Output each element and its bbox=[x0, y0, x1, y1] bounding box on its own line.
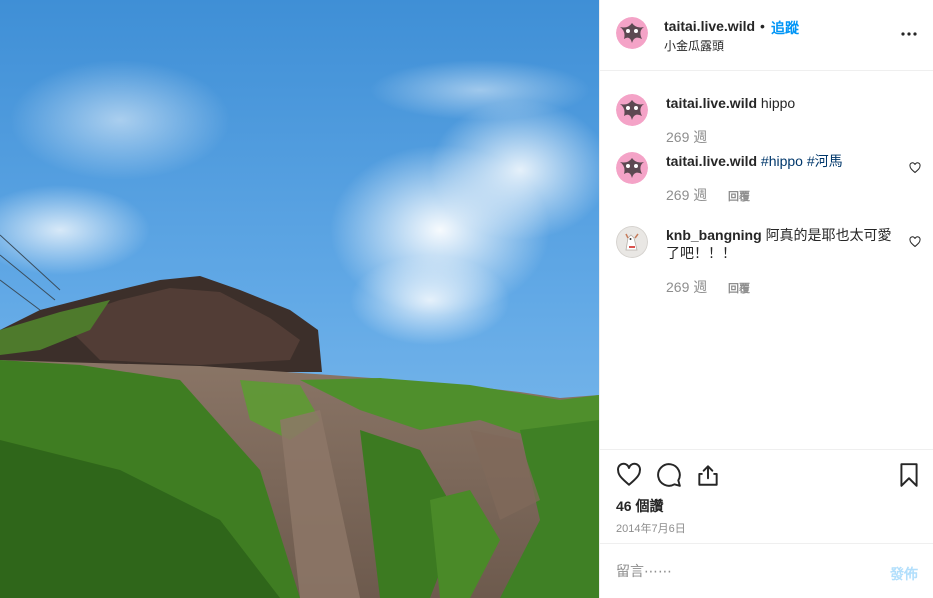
follow-button[interactable]: 追蹤 bbox=[771, 18, 799, 38]
likes-count[interactable]: 46 個讚 bbox=[616, 496, 663, 516]
comment-item: taitai.live.wild #hippo #河馬 269 週 回覆 bbox=[600, 152, 933, 212]
commenter-avatar[interactable] bbox=[616, 152, 648, 184]
comment-body: hippo bbox=[760, 95, 796, 111]
hashtag-link[interactable]: #hippo bbox=[761, 153, 803, 169]
like-button[interactable] bbox=[616, 462, 642, 488]
more-options-button[interactable] bbox=[898, 24, 922, 44]
comment-author[interactable]: knb_bangning bbox=[666, 227, 762, 243]
comment-text: taitai.live.wild hippo bbox=[666, 94, 900, 112]
header-separator: • bbox=[760, 18, 765, 34]
post-location[interactable]: 小金瓜露頭 bbox=[664, 37, 724, 54]
comment-age[interactable]: 269 週 bbox=[666, 127, 707, 147]
comment-author[interactable]: taitai.live.wild bbox=[666, 153, 757, 169]
add-comment-input[interactable] bbox=[616, 558, 866, 584]
heart-icon bbox=[617, 462, 641, 486]
caption-item: taitai.live.wild hippo 269 週 bbox=[600, 94, 933, 154]
post-date[interactable]: 2014年7月6日 bbox=[616, 520, 686, 536]
hashtag-link[interactable]: #河馬 bbox=[807, 153, 843, 169]
comment-text: knb_bangning 阿真的是耶也太可愛了吧！！！ bbox=[666, 226, 900, 262]
reply-button[interactable]: 回覆 bbox=[728, 188, 750, 204]
share-button[interactable] bbox=[695, 462, 721, 488]
post-header: taitai.live.wild • 追蹤 小金瓜露頭 bbox=[600, 0, 933, 71]
comment-bubble-icon bbox=[657, 463, 681, 487]
post-actions: 46 個讚 2014年7月6日 bbox=[600, 449, 933, 544]
comment-age[interactable]: 269 週 bbox=[666, 277, 707, 297]
save-button[interactable] bbox=[896, 462, 922, 488]
add-comment-bar: 發佈 bbox=[600, 543, 933, 598]
comment-author[interactable]: taitai.live.wild bbox=[666, 95, 757, 111]
post-side-panel: taitai.live.wild • 追蹤 小金瓜露頭 taitai.live.… bbox=[599, 0, 933, 598]
commenter-avatar[interactable] bbox=[616, 226, 648, 258]
post-comment-button[interactable]: 發佈 bbox=[890, 564, 918, 584]
reply-button[interactable]: 回覆 bbox=[728, 280, 750, 296]
heart-icon bbox=[909, 236, 921, 248]
comment-like-button[interactable] bbox=[909, 235, 921, 248]
more-horizontal-icon bbox=[901, 32, 917, 36]
share-icon bbox=[698, 465, 718, 486]
heart-icon bbox=[909, 162, 921, 174]
comment-age[interactable]: 269 週 bbox=[666, 185, 707, 205]
comment-item: knb_bangning 阿真的是耶也太可愛了吧！！！ 269 週 回覆 bbox=[600, 226, 933, 306]
commenter-avatar[interactable] bbox=[616, 94, 648, 126]
comments-list[interactable]: taitai.live.wild hippo 269 週 taitai.live… bbox=[600, 72, 933, 449]
post-photo-image bbox=[0, 0, 599, 598]
comment-button[interactable] bbox=[656, 462, 682, 488]
comment-text: taitai.live.wild #hippo #河馬 bbox=[666, 152, 900, 170]
post-photo[interactable] bbox=[0, 0, 599, 598]
author-avatar[interactable] bbox=[616, 17, 648, 49]
comment-like-button[interactable] bbox=[909, 161, 921, 174]
author-username[interactable]: taitai.live.wild bbox=[664, 18, 755, 34]
bookmark-icon bbox=[900, 463, 918, 487]
